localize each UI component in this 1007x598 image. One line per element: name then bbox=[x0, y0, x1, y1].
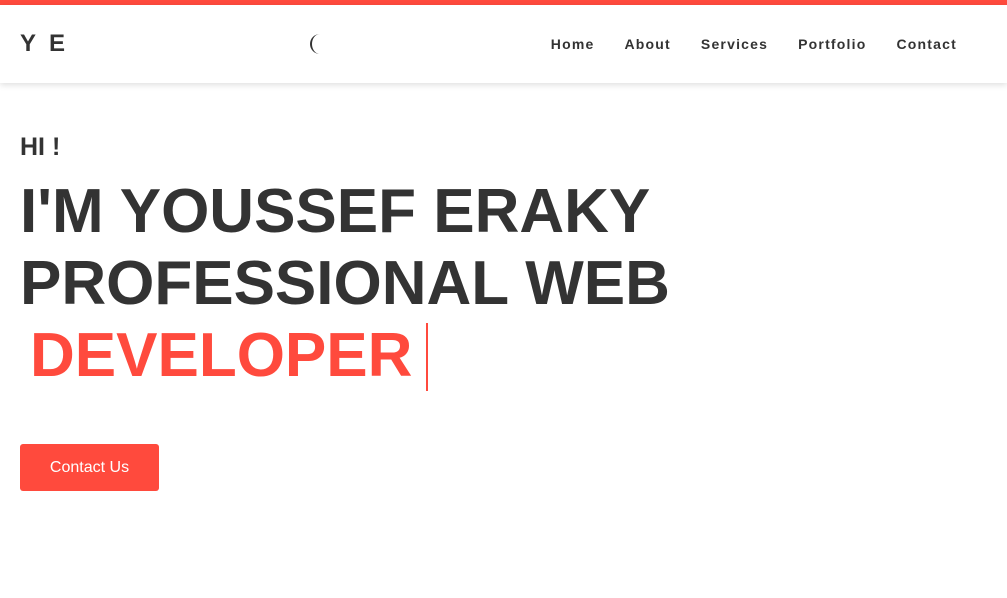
nav-link-portfolio[interactable]: Portfolio bbox=[798, 36, 866, 52]
hero-role-line: DEVELOPER bbox=[20, 320, 920, 392]
nav-link-services[interactable]: Services bbox=[701, 36, 768, 52]
hero-name-line: I'M YOUSSEF ERAKY bbox=[20, 177, 651, 246]
hero-role-text: DEVELOPER bbox=[30, 321, 413, 390]
nav-link-about[interactable]: About bbox=[624, 36, 670, 52]
site-logo[interactable]: YE bbox=[20, 29, 78, 59]
hero-title-line: PROFESSIONAL WEB bbox=[20, 249, 670, 318]
navbar: YE Home About Services Portfolio Contact bbox=[0, 5, 1007, 83]
hero-section: HI ! I'M YOUSSEF ERAKY PROFESSIONAL WEB … bbox=[20, 132, 920, 392]
typing-cursor bbox=[426, 323, 429, 391]
nav-link-contact[interactable]: Contact bbox=[896, 36, 957, 52]
contact-us-button[interactable]: Contact Us bbox=[20, 444, 159, 491]
hero-headline: I'M YOUSSEF ERAKY PROFESSIONAL WEB DEVEL… bbox=[20, 176, 920, 392]
moon-icon bbox=[310, 34, 320, 54]
theme-toggle-button[interactable] bbox=[308, 33, 328, 55]
hero-greeting: HI ! bbox=[20, 133, 61, 161]
main-nav: Home About Services Portfolio Contact bbox=[551, 36, 957, 52]
nav-link-home[interactable]: Home bbox=[551, 36, 595, 52]
